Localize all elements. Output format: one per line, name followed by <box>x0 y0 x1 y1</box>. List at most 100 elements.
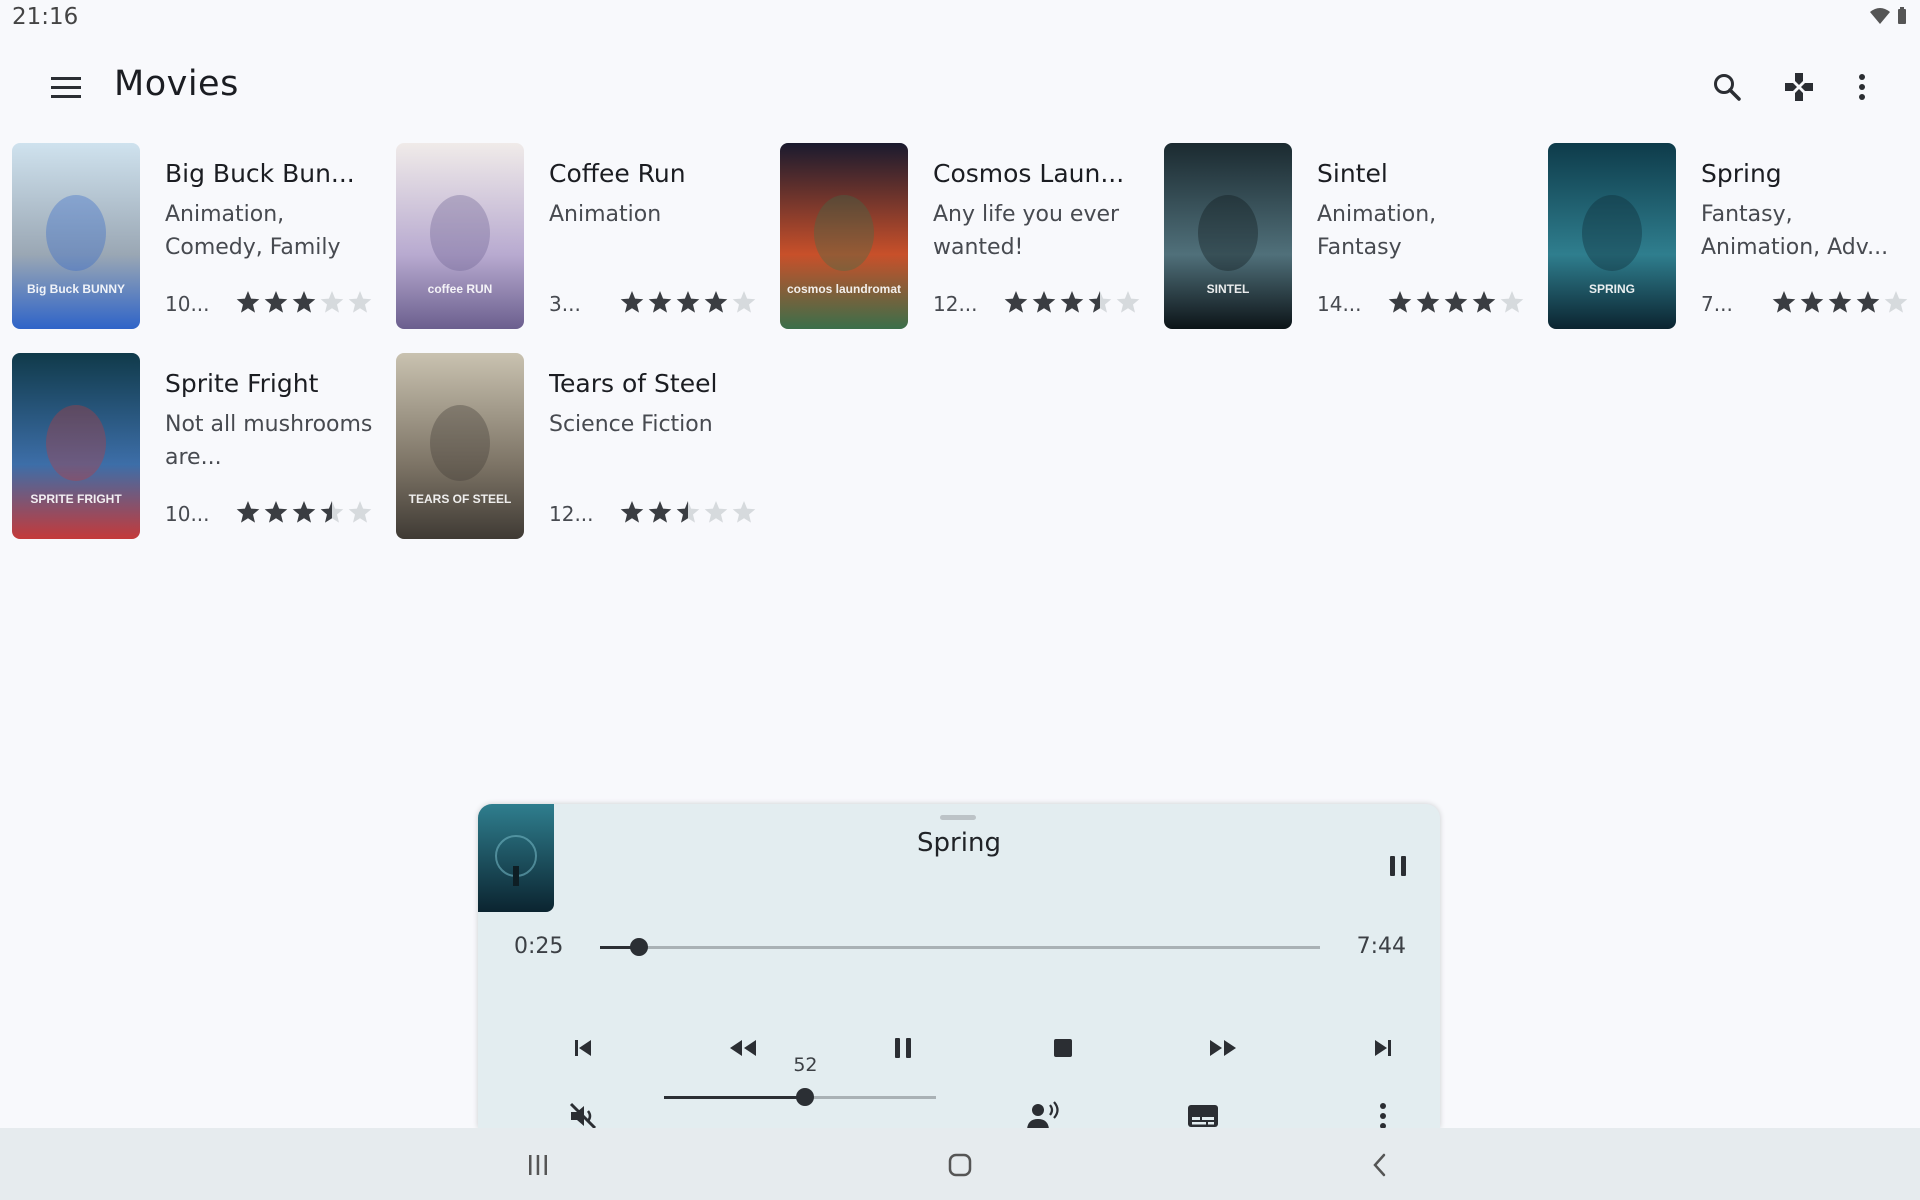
star-icon <box>1059 289 1085 319</box>
poster-logo: coffee RUN <box>428 282 493 296</box>
poster-logo: cosmos laundromat <box>787 282 901 296</box>
star-icon <box>731 289 757 319</box>
movie-card[interactable]: SINTEL Sintel Animation, Fantasy 14... <box>1164 143 1534 329</box>
star-icon <box>1855 289 1881 319</box>
star-icon <box>703 289 729 319</box>
movie-card[interactable]: coffee RUN Coffee Run Animation 3... <box>396 143 766 329</box>
wifi-icon <box>1870 8 1890 24</box>
movie-title: Tears of Steel <box>549 369 718 398</box>
menu-icon[interactable] <box>46 68 86 108</box>
rewind-button[interactable] <box>718 1023 768 1073</box>
more-vert-icon[interactable] <box>1840 65 1884 109</box>
movie-year: 3... <box>549 292 581 316</box>
app-bar: Movies <box>0 50 1920 122</box>
rating-stars <box>235 289 373 319</box>
skip-next-button[interactable] <box>1358 1023 1408 1073</box>
star-icon <box>1771 289 1797 319</box>
star-icon <box>1471 289 1497 319</box>
poster-logo: TEARS OF STEEL <box>409 492 512 506</box>
movie-footer: 12... <box>549 499 759 529</box>
movie-poster[interactable]: SPRING <box>1548 143 1676 329</box>
star-icon <box>731 499 757 529</box>
current-time: 0:25 <box>514 934 564 959</box>
movie-card[interactable]: SPRITE FRIGHT Sprite Fright Not all mush… <box>12 353 382 539</box>
movie-year: 14... <box>1317 292 1362 316</box>
rating-stars <box>235 499 373 529</box>
movie-title: Sintel <box>1317 159 1388 188</box>
star-icon <box>1031 289 1057 319</box>
star-icon <box>703 499 729 529</box>
star-icon <box>619 499 645 529</box>
star-icon <box>675 499 701 529</box>
search-icon[interactable] <box>1705 65 1749 109</box>
recents-icon[interactable] <box>513 1140 563 1190</box>
pause-button-mini[interactable] <box>1376 844 1420 888</box>
rating-stars <box>619 499 757 529</box>
movie-title: Cosmos Laun... <box>933 159 1125 188</box>
poster-logo: SINTEL <box>1207 282 1250 296</box>
seek-bar[interactable] <box>600 938 1320 956</box>
movie-poster[interactable]: cosmos laundromat <box>780 143 908 329</box>
star-icon <box>263 289 289 319</box>
movie-title: Spring <box>1701 159 1782 188</box>
star-icon <box>263 499 289 529</box>
star-icon <box>319 499 345 529</box>
volume-slider[interactable]: 52 <box>664 1054 936 1106</box>
volume-level <box>664 1096 806 1099</box>
movie-card[interactable]: cosmos laundromat Cosmos Laun... Any lif… <box>780 143 1150 329</box>
star-icon <box>347 289 373 319</box>
star-icon <box>291 499 317 529</box>
movie-genres: Animation <box>549 202 662 227</box>
pause-button[interactable] <box>878 1023 928 1073</box>
now-playing-artwork <box>478 804 554 912</box>
star-icon <box>1087 289 1113 319</box>
star-icon <box>235 289 261 319</box>
gamepad-icon[interactable] <box>1777 65 1821 109</box>
movie-card[interactable]: SPRING Spring Fantasy, Animation, Adv...… <box>1548 143 1918 329</box>
movie-genres: Animation, Fantasy <box>1317 202 1437 260</box>
star-icon <box>291 289 317 319</box>
rating-stars <box>619 289 757 319</box>
drag-handle[interactable] <box>940 815 976 820</box>
star-icon <box>1883 289 1909 319</box>
star-icon <box>1387 289 1413 319</box>
home-icon[interactable] <box>935 1140 985 1190</box>
movie-poster[interactable]: Big Buck BUNNY <box>12 143 140 329</box>
system-nav-bar <box>0 1128 1920 1200</box>
movie-poster[interactable]: SINTEL <box>1164 143 1292 329</box>
page-title: Movies <box>114 64 239 104</box>
star-icon <box>319 289 345 319</box>
volume-value: 52 <box>793 1054 818 1076</box>
star-icon <box>675 289 701 319</box>
seek-handle[interactable] <box>629 938 648 956</box>
movie-year: 12... <box>933 292 978 316</box>
movie-footer: 12... <box>933 289 1143 319</box>
movie-poster[interactable]: SPRITE FRIGHT <box>12 353 140 539</box>
star-icon <box>235 499 261 529</box>
movie-footer: 7... <box>1701 289 1911 319</box>
star-icon <box>1799 289 1825 319</box>
movie-footer: 3... <box>549 289 759 319</box>
movie-card[interactable]: TEARS OF STEEL Tears of Steel Science Fi… <box>396 353 766 539</box>
rating-stars <box>1003 289 1141 319</box>
movie-poster[interactable]: TEARS OF STEEL <box>396 353 524 539</box>
skip-previous-button[interactable] <box>558 1023 608 1073</box>
movie-genres: Any life you ever wanted! <box>933 202 1120 260</box>
star-icon <box>647 289 673 319</box>
star-icon <box>647 499 673 529</box>
back-icon[interactable] <box>1355 1140 1405 1190</box>
movie-card[interactable]: Big Buck BUNNY Big Buck Bun... Animation… <box>12 143 382 329</box>
movie-genres: Fantasy, Animation, Adv... <box>1701 202 1889 260</box>
star-icon <box>1115 289 1141 319</box>
star-icon <box>1499 289 1525 319</box>
stop-button[interactable] <box>1038 1023 1088 1073</box>
volume-handle[interactable] <box>796 1088 815 1106</box>
movie-title: Sprite Fright <box>165 369 319 398</box>
fast-forward-button[interactable] <box>1198 1023 1248 1073</box>
movie-poster[interactable]: coffee RUN <box>396 143 524 329</box>
movie-title: Big Buck Bun... <box>165 159 355 188</box>
system-icons <box>1868 6 1908 26</box>
movie-genres: Animation, Comedy, Family <box>165 202 341 260</box>
rating-stars <box>1387 289 1525 319</box>
now-playing-title: Spring <box>917 828 1001 858</box>
